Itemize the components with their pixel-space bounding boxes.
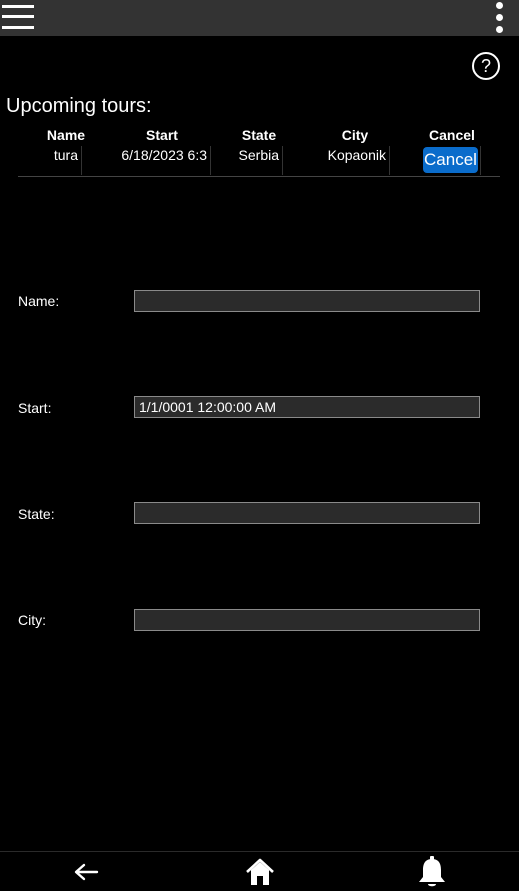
column-divider (480, 146, 481, 175)
kebab-more-icon[interactable] (494, 2, 506, 34)
bottom-navigation-bar (0, 851, 519, 891)
state-label: State: (18, 506, 55, 522)
upcoming-tours-title: Upcoming tours: (6, 95, 152, 117)
tour-name-cell: tura (53, 147, 78, 163)
city-field[interactable] (134, 609, 480, 631)
column-header-start: Start (146, 127, 178, 143)
top-app-bar (0, 0, 519, 36)
upcoming-tours-table: Name Start State City Cancel tura 6/18/2… (18, 126, 500, 177)
bell-icon[interactable] (410, 852, 454, 891)
tour-start-cell: 6/18/2023 6:3 (121, 147, 207, 163)
back-arrow-icon[interactable] (64, 852, 108, 891)
cancel-tour-button[interactable]: Cancel (423, 147, 478, 173)
hamburger-menu-icon[interactable] (2, 4, 34, 30)
column-divider (389, 146, 390, 175)
name-label: Name: (18, 293, 60, 309)
column-header-state: State (241, 127, 277, 143)
tour-state-cell: Serbia (238, 147, 279, 163)
column-header-city: City (341, 127, 369, 143)
state-field[interactable] (134, 502, 480, 524)
name-field[interactable] (134, 290, 480, 312)
start-field[interactable]: 1/1/0001 12:00:00 AM (134, 396, 480, 418)
column-header-name: Name (46, 127, 86, 143)
help-icon[interactable]: ? (472, 52, 500, 80)
tour-city-cell: Kopaonik (327, 147, 386, 163)
home-icon[interactable] (238, 852, 282, 891)
city-label: City: (18, 612, 46, 628)
start-label: Start: (18, 400, 52, 416)
column-header-cancel: Cancel (429, 127, 475, 143)
